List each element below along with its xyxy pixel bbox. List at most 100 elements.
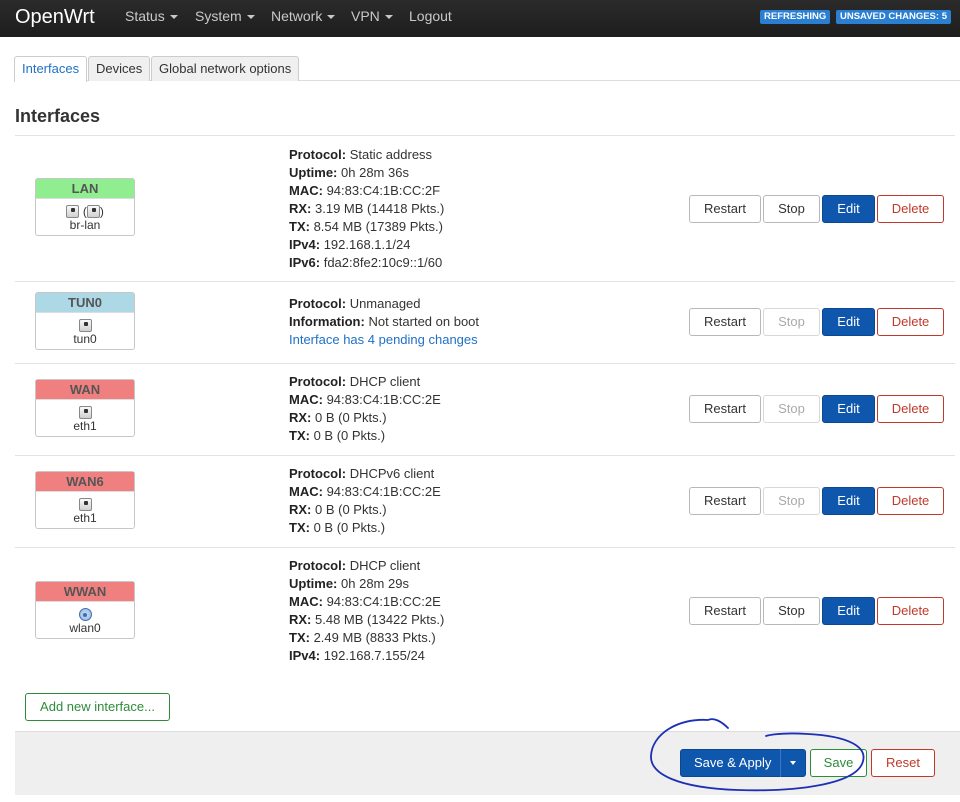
nav-logout[interactable]: Logout: [409, 0, 452, 37]
delete-button-wwan[interactable]: Delete: [877, 597, 944, 625]
divider: [15, 363, 955, 364]
interface-name: WAN6: [36, 472, 134, 492]
delete-button-wan[interactable]: Delete: [877, 395, 944, 423]
restart-button-wan[interactable]: Restart: [689, 395, 761, 423]
interface-name: LAN: [36, 179, 134, 199]
info-row: TX: 2.49 MB (8833 Pkts.): [289, 629, 444, 647]
info-key: Protocol:: [289, 466, 347, 481]
interface-device: eth1: [73, 419, 97, 433]
interface-icons: [36, 400, 134, 420]
info-value: 3.19 MB (14418 Pkts.): [315, 201, 445, 216]
info-row: MAC: 94:83:C4:1B:CC:2F: [289, 182, 444, 200]
info-row: IPv4: 192.168.7.155/24: [289, 647, 444, 665]
brand-logo[interactable]: OpenWrt: [15, 5, 95, 29]
pending-changes-link[interactable]: Interface has 4 pending changes: [289, 331, 479, 349]
edit-button-tun0[interactable]: Edit: [822, 308, 875, 336]
save-button[interactable]: Save: [810, 749, 867, 777]
restart-button-lan[interactable]: Restart: [689, 195, 761, 223]
info-key: RX:: [289, 612, 312, 627]
delete-button-wan6[interactable]: Delete: [877, 487, 944, 515]
info-row: TX: 0 B (0 Pkts.): [289, 427, 441, 445]
interface-badge-wwan: WWAN wlan0: [35, 581, 135, 639]
chevron-down-icon: [327, 15, 336, 20]
interface-info-wwan: Protocol: DHCP client Uptime: 0h 28m 29s…: [289, 557, 444, 665]
info-value: 94:83:C4:1B:CC:2E: [326, 594, 441, 609]
nav-logout-label: Logout: [409, 8, 452, 24]
unsaved-changes-badge[interactable]: UNSAVED CHANGES: 5: [836, 10, 951, 24]
interface-name: WWAN: [36, 582, 134, 602]
info-row: TX: 0 B (0 Pkts.): [289, 519, 441, 537]
info-value: DHCP client: [349, 374, 421, 389]
info-key: MAC:: [289, 392, 323, 407]
tab-devices[interactable]: Devices: [88, 56, 151, 81]
interface-badge-wan6: WAN6 eth1: [35, 471, 135, 529]
tab-global-network-options[interactable]: Global network options: [151, 56, 300, 81]
info-value: 94:83:C4:1B:CC:2E: [326, 484, 441, 499]
info-key: TX:: [289, 520, 310, 535]
nav-system[interactable]: System: [195, 0, 255, 37]
info-key: Protocol:: [289, 558, 347, 573]
interface-icons: [36, 313, 134, 333]
bridge-icon: [66, 205, 80, 219]
info-value: 5.48 MB (13422 Pkts.): [315, 612, 445, 627]
delete-button-lan[interactable]: Delete: [877, 195, 944, 223]
edit-button-wan6[interactable]: Edit: [822, 487, 875, 515]
info-key: TX:: [289, 630, 310, 645]
nav-status[interactable]: Status: [125, 0, 178, 37]
nav-status-label: Status: [125, 8, 165, 24]
stop-button-wwan[interactable]: Stop: [763, 597, 820, 625]
nav-vpn[interactable]: VPN: [351, 0, 393, 37]
refreshing-badge[interactable]: REFRESHING: [760, 10, 831, 24]
info-key: Information:: [289, 314, 365, 329]
edit-button-wan[interactable]: Edit: [822, 395, 875, 423]
info-key: RX:: [289, 201, 312, 216]
stop-button-lan[interactable]: Stop: [763, 195, 820, 223]
interface-badge-wan: WAN eth1: [35, 379, 135, 437]
delete-button-tun0[interactable]: Delete: [877, 308, 944, 336]
info-value: Static address: [349, 147, 433, 162]
divider: [15, 135, 955, 136]
paren-close: ): [99, 204, 104, 219]
info-value: fda2:8fe2:10c9::1/60: [323, 255, 443, 270]
reset-button[interactable]: Reset: [871, 749, 935, 777]
info-value: 0h 28m 36s: [341, 165, 409, 180]
ethernet-port-icon: [78, 406, 92, 420]
info-row: Protocol: Unmanaged: [289, 295, 479, 313]
ethernet-port-icon: [78, 498, 92, 512]
interface-name: WAN: [36, 380, 134, 400]
info-value: 0h 28m 29s: [341, 576, 409, 591]
chevron-down-icon: [169, 15, 178, 20]
info-key: Uptime:: [289, 576, 338, 591]
info-value: Unmanaged: [349, 296, 421, 311]
restart-button-wwan[interactable]: Restart: [689, 597, 761, 625]
info-row: Protocol: DHCP client: [289, 373, 441, 391]
info-row: RX: 0 B (0 Pkts.): [289, 501, 441, 519]
interface-device: tun0: [73, 332, 97, 346]
restart-button-wan6[interactable]: Restart: [689, 487, 761, 515]
interface-info-lan: Protocol: Static address Uptime: 0h 28m …: [289, 146, 444, 272]
divider: [15, 455, 955, 456]
edit-button-lan[interactable]: Edit: [822, 195, 875, 223]
info-key: TX:: [289, 428, 310, 443]
info-value: 94:83:C4:1B:CC:2E: [326, 392, 441, 407]
info-key: Protocol:: [289, 374, 347, 389]
interface-icons: [36, 602, 134, 622]
restart-button-tun0[interactable]: Restart: [689, 308, 761, 336]
interface-device: eth1: [73, 511, 97, 525]
nav-network[interactable]: Network: [271, 0, 336, 37]
interface-icons: (): [36, 199, 134, 219]
save-apply-dropdown-toggle[interactable]: [780, 749, 806, 777]
info-row: Uptime: 0h 28m 36s: [289, 164, 444, 182]
tab-interfaces[interactable]: Interfaces: [14, 56, 88, 82]
chevron-down-icon: [790, 761, 796, 765]
interface-badge-tun0: TUN0 tun0: [35, 292, 135, 350]
interface-badge-lan: LAN () br-lan: [35, 178, 135, 236]
add-new-interface-button[interactable]: Add new interface...: [25, 693, 170, 721]
interface-name: TUN0: [36, 293, 134, 313]
info-key: TX:: [289, 219, 310, 234]
info-row: Uptime: 0h 28m 29s: [289, 575, 444, 593]
info-value: 94:83:C4:1B:CC:2F: [326, 183, 441, 198]
info-row: IPv6: fda2:8fe2:10c9::1/60: [289, 254, 444, 272]
edit-button-wwan[interactable]: Edit: [822, 597, 875, 625]
info-value: 0 B (0 Pkts.): [315, 410, 387, 425]
